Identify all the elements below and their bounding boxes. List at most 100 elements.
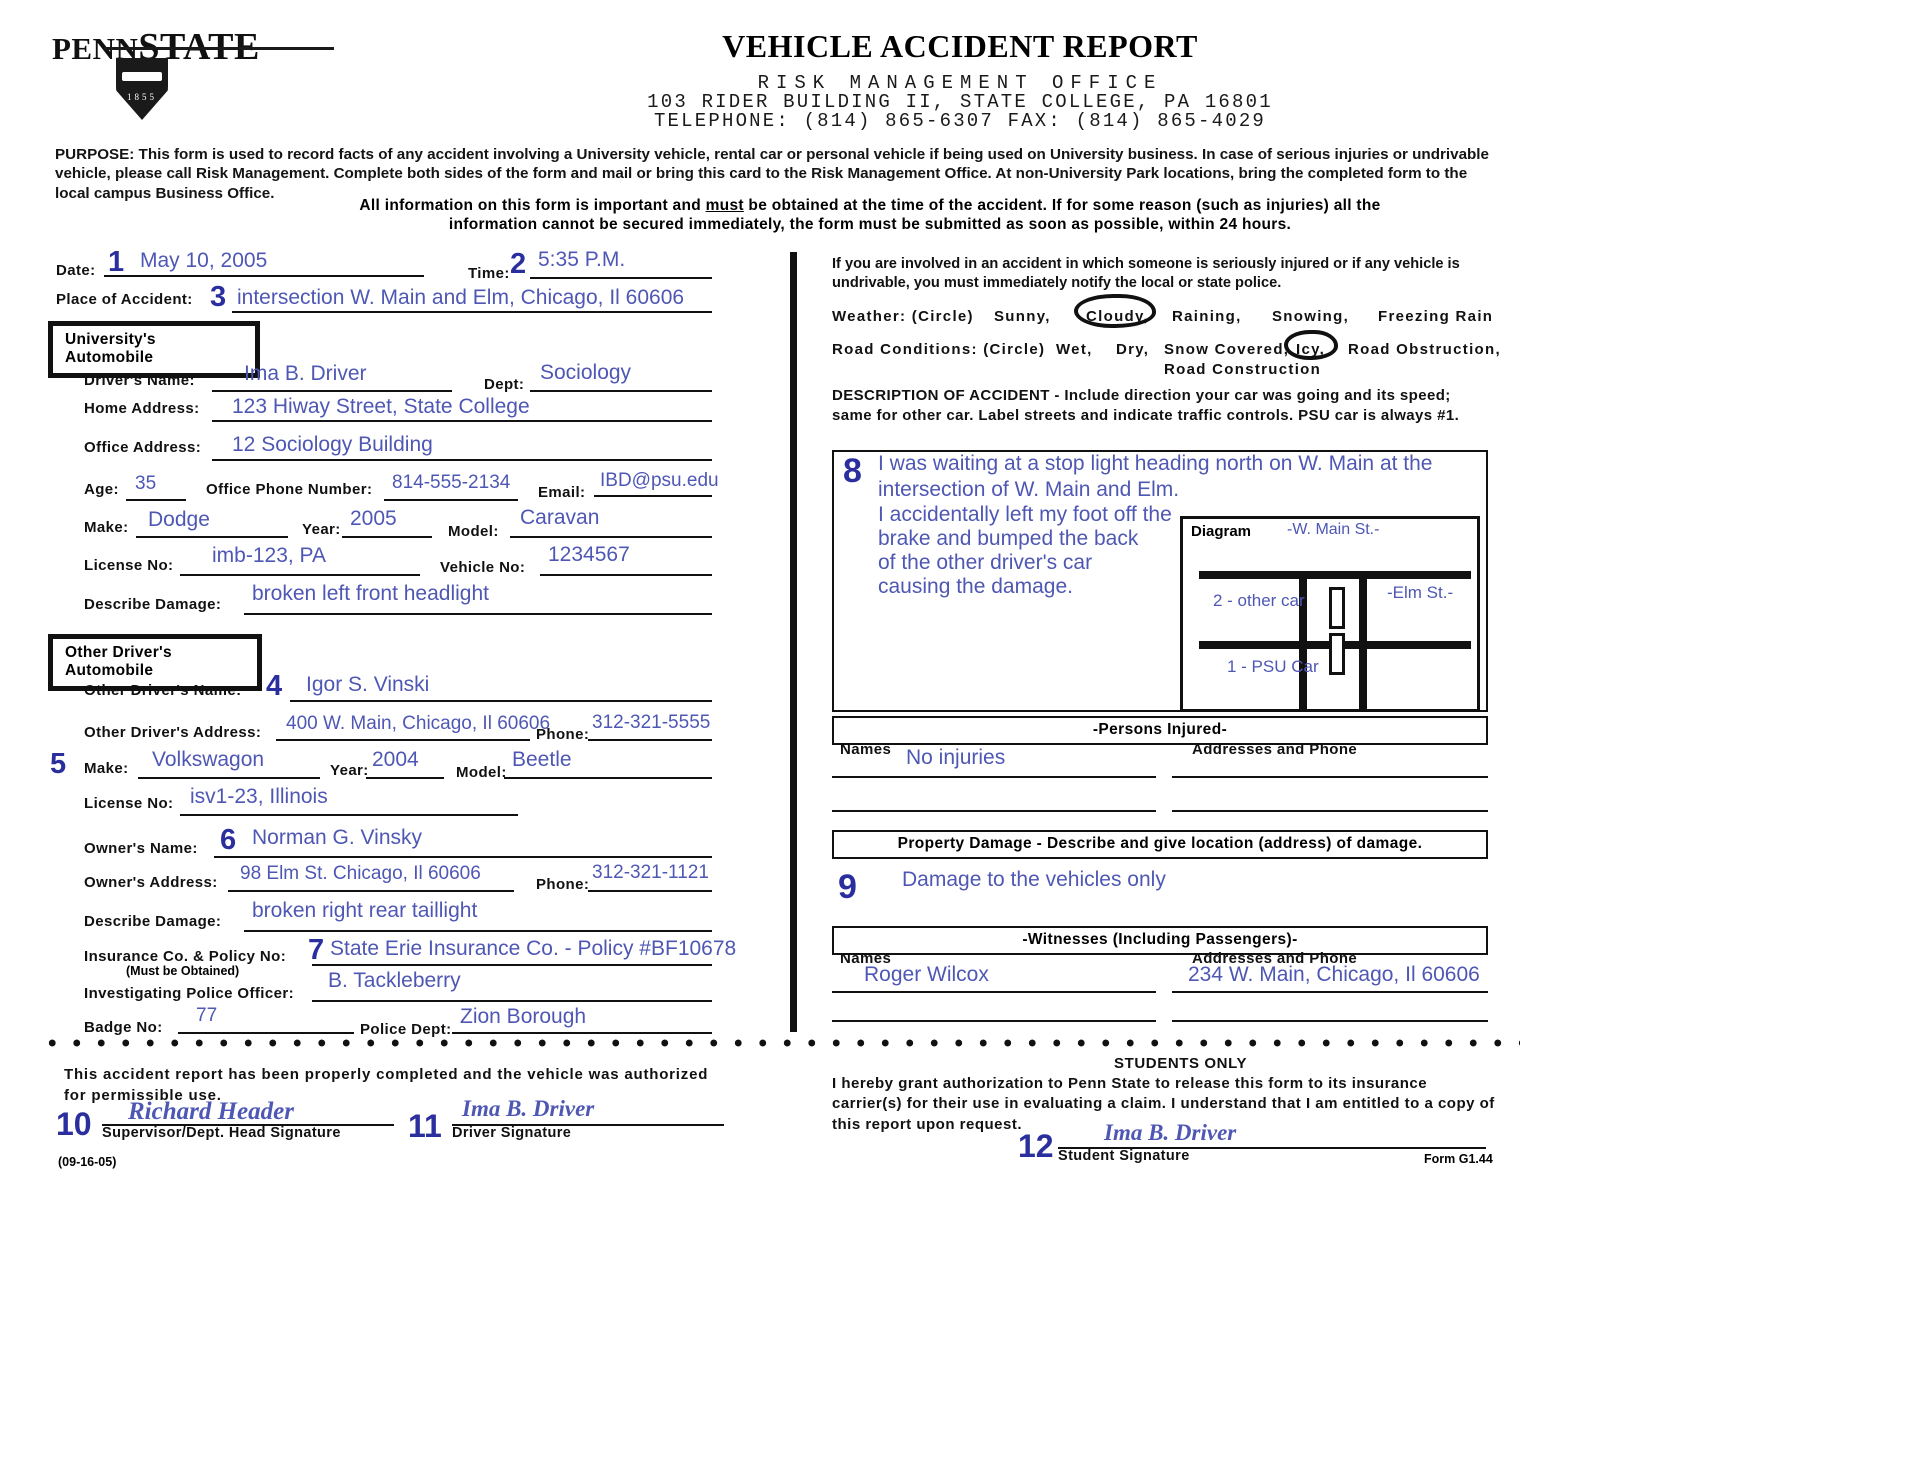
diagram-car-other-label: 2 - other car xyxy=(1213,591,1305,610)
description-heading: DESCRIPTION OF ACCIDENT - Include direct… xyxy=(832,387,1460,425)
other-year-value[interactable]: 2004 xyxy=(372,748,419,772)
weather-option-sunny[interactable]: Sunny, xyxy=(994,308,1051,325)
time-value[interactable]: 5:35 P.M. xyxy=(538,248,625,272)
email-rule xyxy=(594,495,712,497)
injured-names-value[interactable]: No injuries xyxy=(906,746,1005,770)
description-number: 8 xyxy=(843,452,862,490)
column-divider xyxy=(790,252,797,1032)
diagram-car-psu-label: 1 - PSU Car xyxy=(1227,657,1319,676)
diagram-label: Diagram xyxy=(1191,523,1252,540)
road-option-dry[interactable]: Dry, xyxy=(1116,341,1149,358)
description-line-6[interactable]: causing the damage. xyxy=(878,575,1073,599)
allinfo-line1a: All information on this form is importan… xyxy=(359,197,706,214)
badge-no-value[interactable]: 77 xyxy=(196,1005,217,1027)
description-line-3[interactable]: I accidentally left my foot off the xyxy=(878,503,1172,527)
witness-address-value[interactable]: 234 W. Main, Chicago, Il 60606 xyxy=(1188,963,1480,987)
make-value[interactable]: Dodge xyxy=(148,508,210,532)
road-conditions-label: Road Conditions: (Circle) xyxy=(832,341,1046,358)
year-rule xyxy=(342,536,432,538)
students-only-heading: STUDENTS ONLY xyxy=(1114,1055,1248,1072)
badge-no-label: Badge No: xyxy=(84,1019,163,1036)
other-driver-name-label: Other Driver's Name: xyxy=(84,682,242,699)
time-label: Time: xyxy=(468,265,510,282)
home-address-rule xyxy=(212,420,712,422)
email-value[interactable]: IBD@psu.edu xyxy=(600,470,719,492)
dept-rule xyxy=(530,390,712,392)
description-line-5[interactable]: of the other driver's car xyxy=(878,551,1092,575)
place-field-number: 3 xyxy=(210,281,227,313)
tear-line xyxy=(40,1036,1520,1050)
year-value[interactable]: 2005 xyxy=(350,507,397,531)
driver-signature-number: 11 xyxy=(408,1108,442,1144)
property-damage-header: Property Damage - Describe and give loca… xyxy=(832,830,1488,859)
road-option-snow-covered[interactable]: Snow Covered, xyxy=(1164,341,1289,358)
make-rule xyxy=(136,536,288,538)
vehicle-no-value[interactable]: 1234567 xyxy=(548,543,630,567)
property-damage-value[interactable]: Damage to the vehicles only xyxy=(902,868,1166,892)
allinfo-line2: information cannot be secured immediatel… xyxy=(448,215,1292,233)
owner-address-value[interactable]: 98 Elm St. Chicago, Il 60606 xyxy=(240,863,481,885)
other-driver-phone-value[interactable]: 312-321-5555 xyxy=(592,712,710,734)
police-officer-label: Investigating Police Officer: xyxy=(84,985,294,1002)
other-license-rule xyxy=(180,814,518,816)
home-address-value[interactable]: 123 Hiway Street, State College xyxy=(232,395,530,419)
license-no-value[interactable]: imb-123, PA xyxy=(212,544,326,568)
other-driver-phone-rule xyxy=(588,739,712,741)
other-driver-address-label: Other Driver's Address: xyxy=(84,724,262,741)
other-driver-name-value[interactable]: Igor S. Vinski xyxy=(306,673,429,697)
road-option-road-obstruction[interactable]: Road Obstruction, xyxy=(1348,341,1501,358)
other-model-rule xyxy=(504,777,712,779)
weather-option-freezing-rain[interactable]: Freezing Rain xyxy=(1378,308,1493,325)
insurance-sublabel: (Must be Obtained) xyxy=(126,964,240,978)
weather-option-snowing[interactable]: Snowing, xyxy=(1272,308,1349,325)
owner-name-label: Owner's Name: xyxy=(84,840,198,857)
accident-report-page: PENNSTATE 1855 VEHICLE ACCIDENT REPORT R… xyxy=(0,0,1920,1460)
driver-name-label: Driver's Name: xyxy=(84,372,195,389)
police-dept-value[interactable]: Zion Borough xyxy=(460,1005,586,1029)
insurance-rule xyxy=(312,964,712,966)
description-line-1[interactable]: I was waiting at a stop light heading no… xyxy=(878,452,1433,476)
other-damage-label: Describe Damage: xyxy=(84,913,222,930)
insurance-value[interactable]: State Erie Insurance Co. - Policy #BF106… xyxy=(330,937,736,961)
road-option-road-construction[interactable]: Road Construction xyxy=(1164,361,1321,378)
form-id: Form G1.44 xyxy=(1424,1152,1493,1166)
office-address-label: Office Address: xyxy=(84,439,202,456)
date-value[interactable]: May 10, 2005 xyxy=(140,249,267,273)
age-value[interactable]: 35 xyxy=(135,473,156,495)
other-make-value[interactable]: Volkswagon xyxy=(152,748,264,772)
witness-addresses-rule-2 xyxy=(1172,1020,1488,1022)
other-driver-address-value[interactable]: 400 W. Main, Chicago, Il 60606 xyxy=(286,713,550,735)
driver-signature-value[interactable]: Ima B. Driver xyxy=(462,1096,594,1122)
weather-option-raining[interactable]: Raining, xyxy=(1172,308,1242,325)
model-value[interactable]: Caravan xyxy=(520,506,599,530)
owner-phone-value[interactable]: 312-321-1121 xyxy=(592,862,709,884)
driver-name-value[interactable]: Ima B. Driver xyxy=(244,362,367,386)
police-officer-value[interactable]: B. Tackleberry xyxy=(328,969,461,993)
diagram-street-right-label: -Elm St.- xyxy=(1387,583,1454,602)
form-revision-date: (09-16-05) xyxy=(58,1155,117,1169)
student-signature-value[interactable]: Ima B. Driver xyxy=(1104,1120,1236,1146)
place-of-accident-value[interactable]: intersection W. Main and Elm, Chicago, I… xyxy=(237,286,684,310)
other-driver-name-number: 4 xyxy=(266,670,283,702)
office-address-rule xyxy=(212,459,712,461)
owner-name-value[interactable]: Norman G. Vinsky xyxy=(252,826,422,850)
other-damage-value[interactable]: broken right rear taillight xyxy=(252,899,477,923)
dept-value[interactable]: Sociology xyxy=(540,361,631,385)
office-address-value[interactable]: 12 Sociology Building xyxy=(232,433,433,457)
description-line-2[interactable]: intersection of W. Main and Elm. xyxy=(878,478,1179,502)
description-line-4[interactable]: brake and bumped the back xyxy=(878,527,1138,551)
other-year-rule xyxy=(366,777,444,779)
describe-damage-value[interactable]: broken left front headlight xyxy=(252,582,489,606)
supervisor-signature-value[interactable]: Richard Header xyxy=(128,1098,294,1126)
purpose-paragraph: PURPOSE: This form is used to record fac… xyxy=(55,145,1495,203)
university-automobile-section-header: University's Automobile xyxy=(48,321,260,378)
office-phone: TELEPHONE: (814) 865-6307 FAX: (814) 865… xyxy=(653,110,1267,132)
other-model-value[interactable]: Beetle xyxy=(512,748,572,772)
road-option-wet[interactable]: Wet, xyxy=(1056,341,1093,358)
other-driver-name-rule xyxy=(290,700,712,702)
office-phone-value[interactable]: 814-555-2134 xyxy=(392,472,510,494)
office-phone-rule xyxy=(384,499,518,501)
other-license-value[interactable]: isv1-23, Illinois xyxy=(190,785,328,809)
witness-name-value[interactable]: Roger Wilcox xyxy=(864,963,989,987)
insurance-number: 7 xyxy=(308,934,325,966)
